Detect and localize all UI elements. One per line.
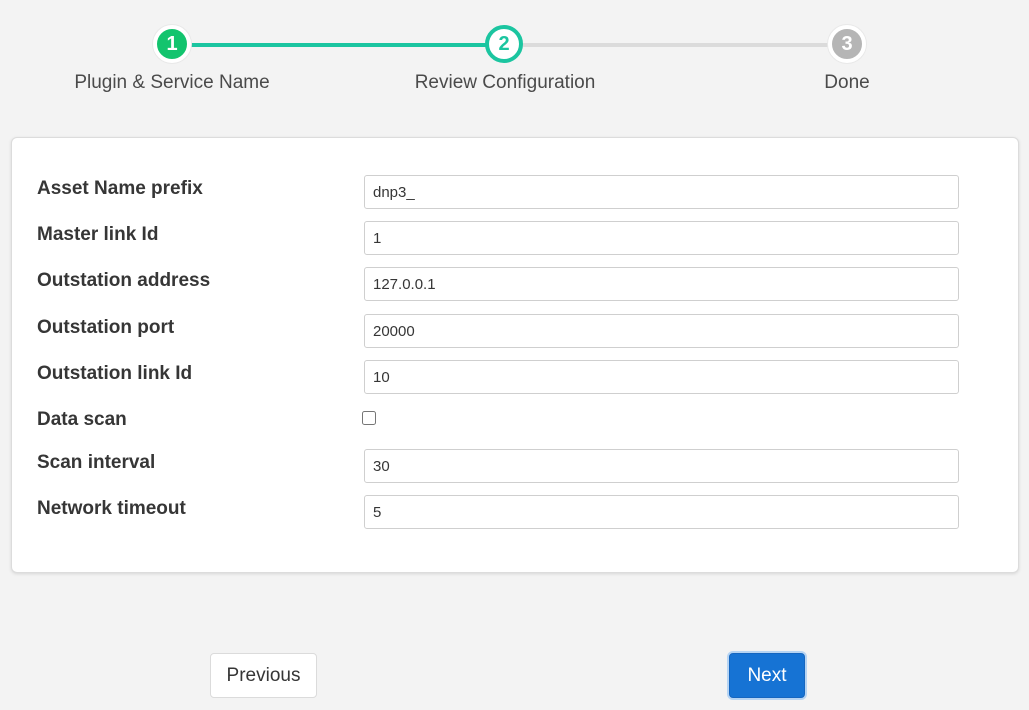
master-link-id-input[interactable]: [364, 221, 959, 255]
config-row-scan-interval: Scan interval: [12, 449, 1018, 483]
field-label: Asset Name prefix: [37, 178, 203, 199]
field-label: Scan interval: [37, 452, 156, 473]
field-label: Outstation link Id: [37, 363, 193, 384]
outstation-port-input[interactable]: [364, 314, 959, 348]
step-3-indicator: 3: [828, 25, 866, 63]
stepper-track-completed: [190, 43, 488, 47]
data-scan-checkbox[interactable]: [362, 411, 376, 425]
field-label: Network timeout: [37, 498, 186, 519]
step-1-label: Plugin & Service Name: [74, 72, 270, 93]
config-row-asset-name-prefix: Asset Name prefix: [12, 175, 1018, 209]
wizard-stepper: 1 2 3 Plugin & Service Name Review Confi…: [0, 0, 1029, 110]
network-timeout-input[interactable]: [364, 495, 959, 529]
step-2-indicator[interactable]: 2: [485, 25, 523, 63]
config-row-outstation-link-id: Outstation link Id: [12, 360, 1018, 394]
step-3-label: Done: [824, 72, 870, 93]
config-row-outstation-address: Outstation address: [12, 267, 1018, 301]
config-row-master-link-id: Master link Id: [12, 221, 1018, 255]
field-label: Data scan: [37, 409, 127, 430]
config-row-network-timeout: Network timeout: [12, 495, 1018, 529]
stepper-track-pending: [522, 43, 832, 47]
step-2-label: Review Configuration: [414, 72, 596, 93]
config-row-data-scan: Data scan: [12, 406, 1018, 440]
previous-button[interactable]: Previous: [210, 653, 317, 698]
asset-name-prefix-input[interactable]: [364, 175, 959, 209]
step-1-indicator[interactable]: 1: [153, 25, 191, 63]
config-row-outstation-port: Outstation port: [12, 314, 1018, 348]
outstation-link-id-input[interactable]: [364, 360, 959, 394]
configuration-card: Asset Name prefix Master link Id Outstat…: [11, 137, 1019, 573]
outstation-address-input[interactable]: [364, 267, 959, 301]
next-button[interactable]: Next: [729, 653, 805, 698]
field-label: Outstation address: [37, 270, 211, 291]
field-label: Master link Id: [37, 224, 159, 245]
scan-interval-input[interactable]: [364, 449, 959, 483]
field-label: Outstation port: [37, 317, 175, 338]
